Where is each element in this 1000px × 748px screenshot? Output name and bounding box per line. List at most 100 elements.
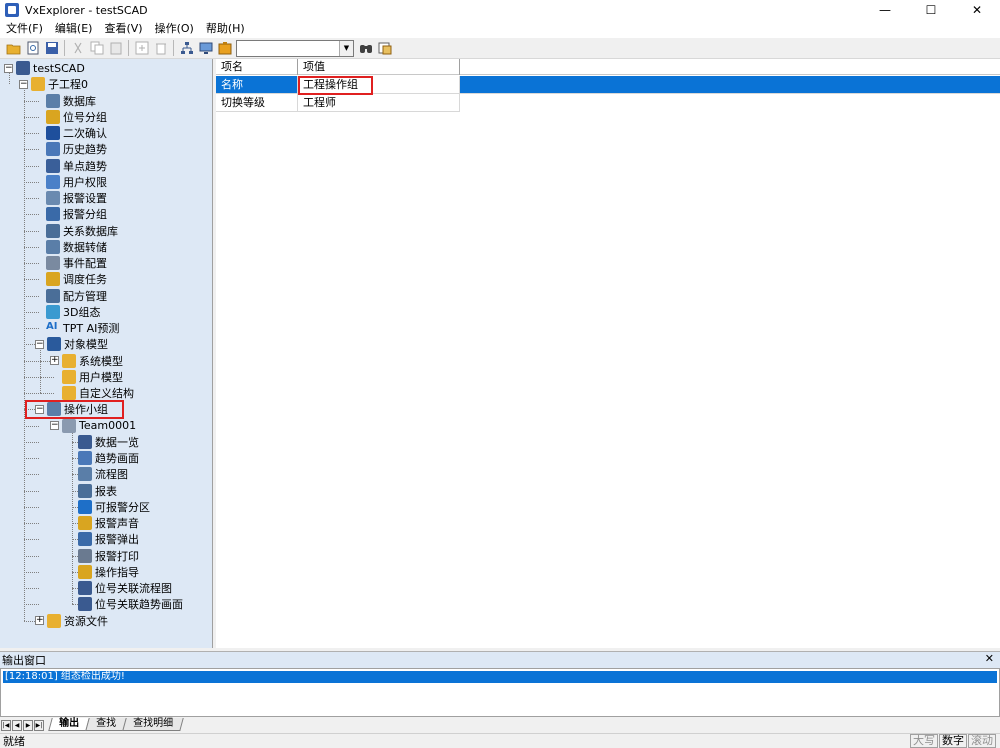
tree-item[interactable]: 数据一览 — [78, 434, 139, 450]
tree-item[interactable]: 位号分组 — [46, 109, 107, 125]
package-icon[interactable] — [217, 40, 233, 56]
add-icon[interactable] — [134, 40, 150, 56]
toolbar-separator — [64, 40, 65, 56]
tree-item[interactable]: 报警设置 — [46, 190, 107, 206]
hierarchy-icon — [16, 61, 30, 75]
open-folder-icon[interactable] — [6, 40, 22, 56]
tree-item[interactable]: 历史趋势 — [46, 141, 107, 157]
tree-item[interactable]: 调度任务 — [46, 271, 107, 287]
menu-operation[interactable]: 操作(O) — [149, 20, 200, 38]
tree-item-user-model[interactable]: 用户模型 — [62, 369, 123, 385]
copy-icon[interactable] — [89, 40, 105, 56]
expand-icon[interactable]: + — [50, 356, 59, 365]
maximize-button[interactable]: ☐ — [908, 0, 954, 20]
minimize-button[interactable]: — — [862, 0, 908, 20]
next-tab-icon[interactable]: ▶ — [23, 720, 33, 731]
tree-item[interactable]: 操作指导 — [78, 564, 139, 580]
tree-item[interactable]: 二次确认 — [46, 125, 107, 141]
title-bar: VxExplorer - testSCAD — ☐ ✕ — [0, 0, 1000, 20]
cut-icon[interactable] — [70, 40, 86, 56]
tree-item-label: 数据一览 — [95, 435, 139, 449]
tree-item[interactable]: 单点趋势 — [46, 158, 107, 174]
grid-header: 项名 项值 — [216, 59, 1000, 75]
tab-find[interactable]: 查找 — [85, 718, 127, 731]
close-button[interactable]: ✕ — [954, 0, 1000, 20]
delete-icon[interactable] — [153, 40, 169, 56]
hierarchy-icon[interactable] — [179, 40, 195, 56]
tree-item[interactable]: 报表 — [78, 483, 117, 499]
tree-item[interactable]: 趋势画面 — [78, 450, 139, 466]
tree-item[interactable]: 关系数据库 — [46, 223, 118, 239]
tree-connector — [24, 441, 39, 443]
collapse-icon[interactable]: − — [50, 421, 59, 430]
trend-screen-icon — [78, 451, 92, 465]
alarm-zone-icon — [78, 499, 92, 514]
menu-help[interactable]: 帮助(H) — [200, 20, 251, 38]
collapse-icon[interactable]: − — [4, 63, 13, 73]
tree-item[interactable]: 配方管理 — [46, 288, 107, 304]
tree-item[interactable]: 位号关联流程图 — [78, 580, 172, 596]
paste-icon[interactable] — [108, 40, 124, 56]
tree-item-label: 操作指导 — [95, 565, 139, 579]
menu-view[interactable]: 查看(V) — [98, 20, 148, 38]
tag-trend-icon — [78, 597, 92, 612]
tree-connector — [24, 360, 39, 362]
tree-item-label: 报表 — [95, 484, 117, 498]
property-grid: 项名 项值 名称 工程操作组 切换等级 工程师 — [216, 59, 1000, 648]
tree-item-system-model[interactable]: + 系统模型 — [50, 353, 123, 369]
tree-item-team[interactable]: − Team0001 — [50, 418, 136, 434]
find-detail-icon[interactable] — [377, 40, 393, 56]
tree-item[interactable]: AI TPT AI预测 — [46, 320, 119, 336]
output-close-icon[interactable]: ✕ — [985, 652, 994, 665]
column-header-value[interactable]: 项值 — [298, 59, 460, 75]
print-preview-icon[interactable] — [25, 40, 41, 56]
collapse-icon[interactable]: − — [19, 79, 28, 89]
project-tree[interactable]: − testSCAD − 子工程0 数据库 位号分组 二次确认 历史趋势 单点趋势 用户权限 报警设… — [0, 59, 213, 648]
tab-find-detail-label: 查找明细 — [133, 718, 174, 729]
toolbar-combo[interactable]: ▼ — [236, 39, 354, 57]
output-window-title: 输出窗口 — [2, 654, 46, 667]
tree-item[interactable]: 报警打印 — [78, 548, 139, 564]
tree-item-object-model[interactable]: − 对象模型 — [35, 336, 108, 352]
monitor-icon[interactable] — [198, 40, 214, 56]
tree-connector — [24, 328, 39, 329]
tree-root[interactable]: − testSCAD — [4, 60, 85, 76]
tree-item[interactable]: 位号关联趋势画面 — [78, 596, 183, 612]
last-tab-icon[interactable]: ▶| — [34, 720, 44, 731]
output-window[interactable]: [12:18:01] 组态检出成功! — [0, 668, 1000, 717]
tree-item[interactable]: 报警弹出 — [78, 531, 139, 547]
row-name-cell[interactable]: 切换等级 — [216, 94, 298, 112]
operation-guide-icon — [78, 564, 92, 579]
tree-item[interactable]: 用户权限 — [46, 174, 107, 190]
table-row[interactable]: 切换等级 工程师 — [216, 94, 460, 112]
first-tab-icon[interactable]: |◀ — [1, 720, 11, 731]
row-value-cell[interactable]: 工程师 — [298, 94, 460, 112]
tab-output[interactable]: 输出 — [48, 718, 90, 731]
tree-item[interactable]: 事件配置 — [46, 255, 107, 271]
tree-item[interactable]: 数据转储 — [46, 239, 107, 255]
output-line[interactable]: [12:18:01] 组态检出成功! — [3, 671, 997, 683]
chevron-down-icon[interactable]: ▼ — [339, 40, 353, 56]
tree-item[interactable]: 3D组态 — [46, 304, 100, 320]
tree-item[interactable]: 数据库 — [46, 93, 96, 109]
row-name-cell[interactable]: 名称 — [216, 76, 298, 94]
tree-item[interactable]: 报警分组 — [46, 206, 107, 222]
tree-item[interactable]: 流程图 — [78, 466, 128, 482]
tree-item[interactable]: 报警声音 — [78, 515, 139, 531]
tree-item-label: 资源文件 — [64, 614, 108, 628]
tree-connector — [24, 376, 39, 378]
menu-edit[interactable]: 编辑(E) — [49, 20, 99, 38]
tree-item-custom-struct[interactable]: 自定义结构 — [62, 385, 134, 401]
tree-item-resources[interactable]: + 资源文件 — [35, 613, 108, 629]
save-icon[interactable] — [44, 40, 60, 56]
tab-find-detail[interactable]: 查找明细 — [122, 718, 184, 731]
column-header-name[interactable]: 项名 — [216, 59, 298, 75]
tree-item[interactable]: 可报警分区 — [78, 499, 150, 515]
collapse-icon[interactable]: − — [35, 339, 44, 349]
tree-connector — [24, 571, 39, 573]
tree-item-project[interactable]: − 子工程0 — [19, 76, 88, 92]
expand-icon[interactable]: + — [35, 616, 44, 625]
menu-file[interactable]: 文件(F) — [0, 20, 49, 38]
binoculars-icon[interactable] — [358, 40, 374, 56]
prev-tab-icon[interactable]: ◀ — [12, 720, 22, 731]
